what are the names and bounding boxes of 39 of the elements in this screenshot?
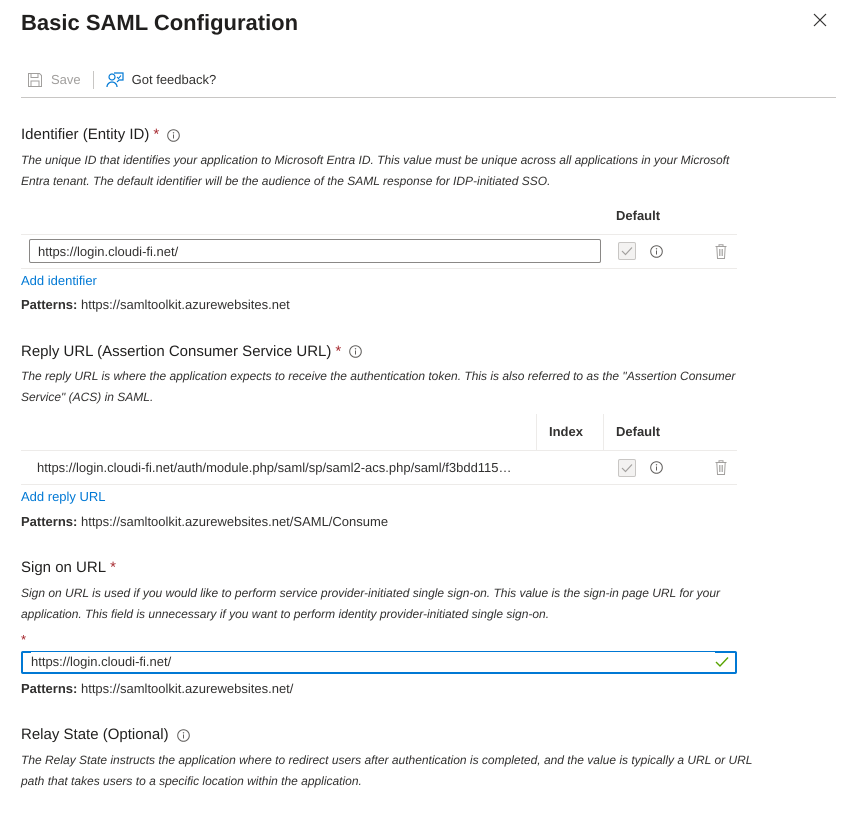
section-description: The unique ID that identifies your application to Microsoft Entra ID. This value must be unique across all applications in your Microsoft Entra tenant. The default identifier will be the audience of the SAML response for IDP-initiated SSO.	[21, 152, 731, 190]
column-header: Default	[616, 206, 660, 225]
section-title: Reply URL (Assertion Consumer Service URL)	[21, 342, 332, 362]
section-description: The Relay State instructs the application where to redirect users after authentication is completed, and the value is typically a URL or URL path that takes users to a specific location within the application.	[21, 752, 754, 790]
close-button[interactable]	[811, 11, 829, 29]
required-mark: *	[21, 632, 26, 646]
info-icon[interactable]	[349, 345, 362, 358]
panel-title: Basic SAML Configuration	[21, 8, 298, 36]
column-header: Index	[549, 423, 583, 442]
url-text: https://login.cloudi-fi.net/auth/module.php/saml/sp/saml2-acs.php/saml/f3bdd115…	[36, 460, 512, 475]
default-checkbox[interactable]	[618, 242, 636, 260]
save-icon	[27, 72, 43, 88]
feedback-button[interactable]: Got feedback?	[98, 70, 224, 90]
required-mark: *	[153, 125, 160, 145]
patterns-text: Patterns: https://samltoolkit.azurewebsites.net/	[21, 680, 294, 698]
info-icon[interactable]	[176, 728, 190, 742]
feedback-icon	[106, 72, 124, 88]
column-header: Default	[616, 423, 660, 442]
section-title: Identifier (Entity ID)	[21, 125, 150, 145]
required-mark: *	[110, 558, 116, 578]
info-icon[interactable]	[167, 128, 180, 142]
info-icon[interactable]	[650, 244, 663, 258]
section-description: Sign on URL is used if you would like to perform service provider-initiated single sign-on. This value is the sign-in page URL for your application. This field is unnecessary if you want to perform identity provider-initiated single sign-on.	[21, 584, 722, 622]
section-description: The reply URL is where the application expects to receive the authentication token. This is also referred to as the "Assertion Consumer Service" (ACS) in SAML.	[21, 368, 737, 406]
info-icon[interactable]	[650, 461, 663, 474]
trash-icon[interactable]	[715, 460, 727, 475]
section-title: Sign on URL	[21, 558, 106, 578]
patterns-text: Patterns: https://samltoolkit.azurewebsites.net/SAML/Consume	[21, 512, 390, 531]
add-link[interactable]: Add identifier	[21, 270, 97, 290]
add-link[interactable]: Add reply URL	[21, 487, 106, 506]
check-icon	[621, 462, 633, 472]
default-checkbox[interactable]	[618, 458, 636, 476]
trash-icon[interactable]	[715, 244, 727, 258]
url-input-field[interactable]: https://login.cloudi-fi.net/	[21, 650, 737, 674]
check-icon	[621, 246, 633, 256]
url-input-field[interactable]: https://login.cloudi-fi.net/	[29, 239, 601, 263]
section-title: Relay State (Optional)	[21, 725, 169, 745]
patterns-text: Patterns: https://samltoolkit.azurewebsites.net	[21, 296, 291, 314]
required-mark: *	[335, 342, 342, 362]
